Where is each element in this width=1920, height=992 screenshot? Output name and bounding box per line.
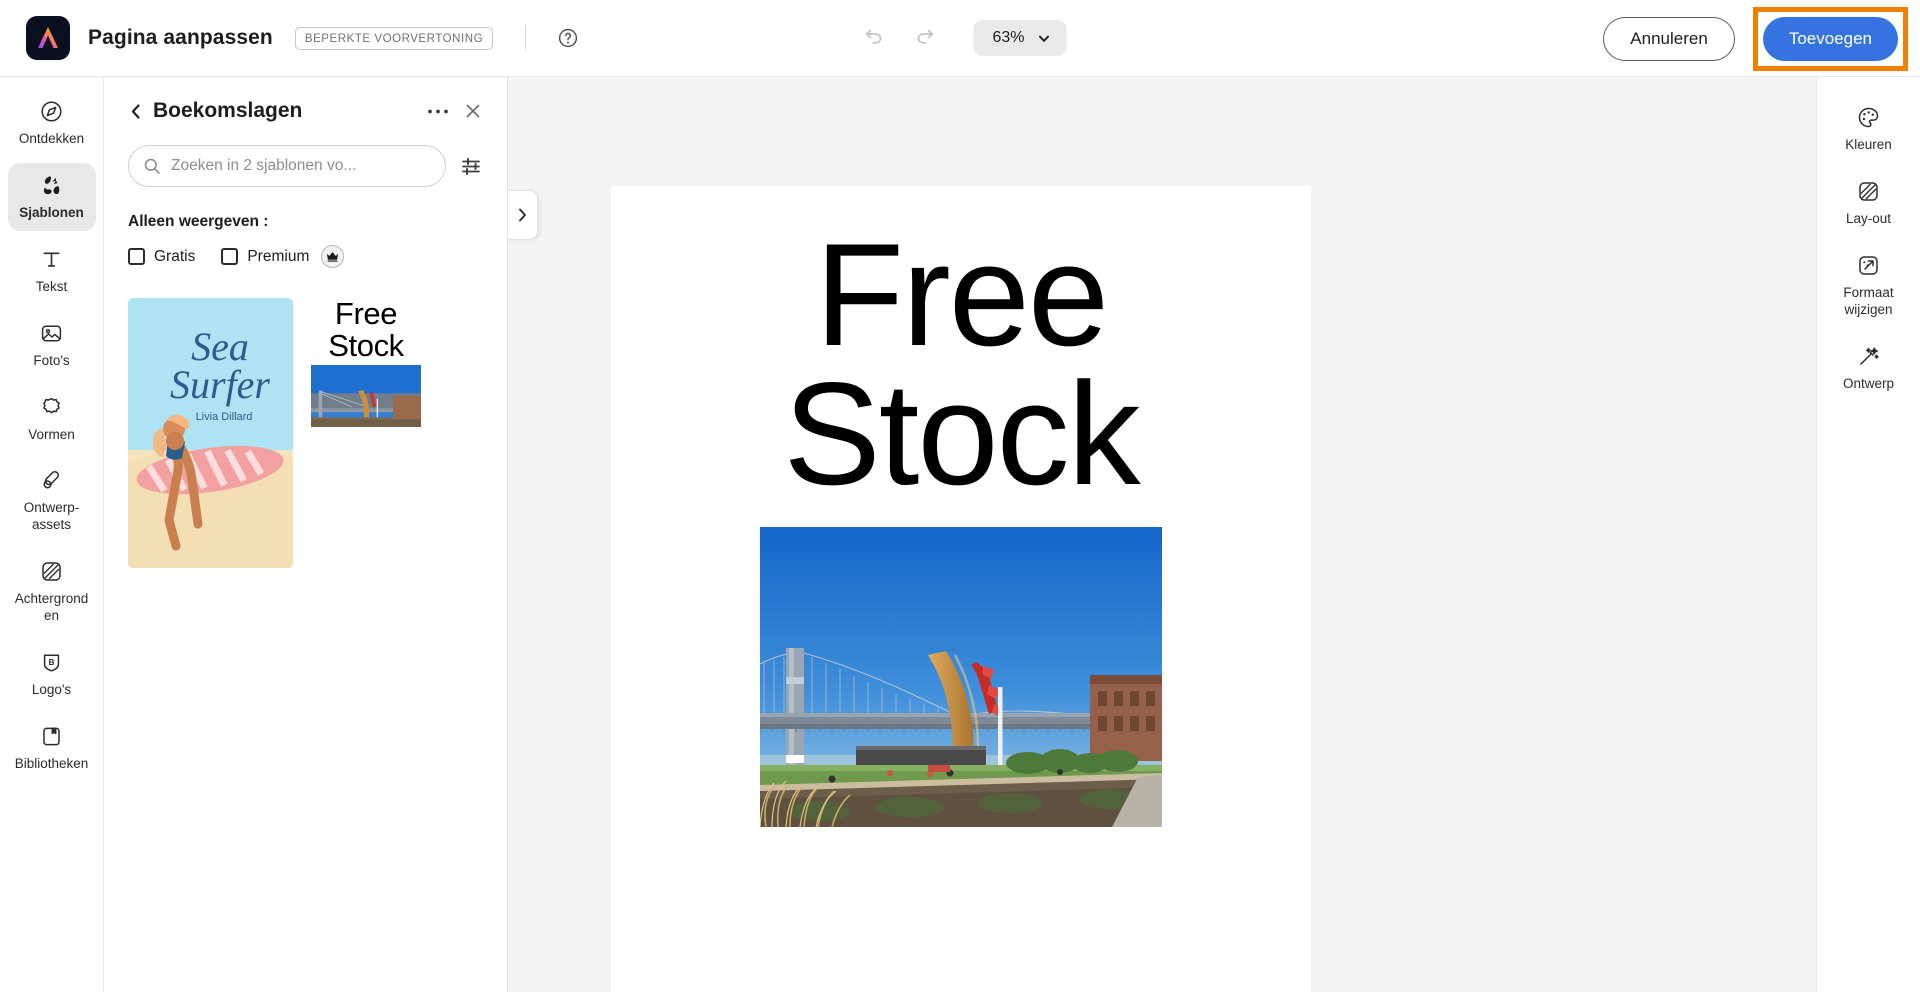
search-icon <box>143 157 161 175</box>
left-navigation-rail: Ontdekken Sjablonen Tekst Foto's Vormen … <box>0 77 104 992</box>
undo-icon[interactable] <box>853 19 891 57</box>
top-bar: Pagina aanpassen BEPERKTE VOORVERTONING <box>0 0 1920 77</box>
sidebar-item-achtergronden[interactable]: Achtergronden <box>8 549 96 634</box>
sidebar-item-label: Foto's <box>33 352 70 368</box>
checkbox-box <box>128 248 145 265</box>
design-canvas[interactable]: Free Stock <box>611 186 1311 992</box>
shapes-icon <box>39 395 64 420</box>
sidebar-item-label: Lay-out <box>1845 210 1892 226</box>
magic-wand-icon <box>1856 344 1881 369</box>
checkbox-label: Premium <box>247 247 310 265</box>
sidebar-item-label: Vormen <box>28 426 75 442</box>
canvas-text-element[interactable]: Free Stock <box>611 186 1311 515</box>
close-icon[interactable] <box>463 101 483 121</box>
canvas-image-element[interactable] <box>760 527 1162 828</box>
sliders-filter-icon[interactable] <box>460 155 483 178</box>
brand-logo-icon: B <box>39 650 64 675</box>
template-title-line2: Surfer <box>170 362 270 407</box>
brand-block: Pagina aanpassen BEPERKTE VOORVERTONING <box>0 16 582 60</box>
search-row <box>128 145 483 187</box>
sidebar-item-logos[interactable]: B Logo's <box>8 640 96 708</box>
adobe-express-logo-icon[interactable] <box>26 16 70 60</box>
help-circle-icon[interactable] <box>554 24 582 52</box>
sidebar-item-label: Tekst <box>35 278 68 294</box>
cancel-button[interactable]: Annuleren <box>1603 16 1735 61</box>
sidebar-item-ontdekken[interactable]: Ontdekken <box>8 89 96 157</box>
sidebar-item-label: Ontdekken <box>18 131 85 146</box>
templates-panel: Boekomslagen Alleen <box>104 77 508 992</box>
sidebar-item-label: Kleuren <box>1845 137 1892 152</box>
sidebar-item-tekst[interactable]: Tekst <box>8 237 96 305</box>
chevron-right-icon <box>517 207 528 223</box>
template-title-line1: Free <box>334 296 398 331</box>
color-palette-icon <box>1856 105 1881 130</box>
libraries-icon <box>39 724 64 749</box>
add-button-focus-ring: Toevoegen <box>1752 6 1908 71</box>
zoom-level-dropdown[interactable]: 63% <box>973 20 1067 56</box>
sidebar-item-fotos[interactable]: Foto's <box>8 311 96 379</box>
templates-icon <box>39 173 64 198</box>
panel-title: Boekomslagen <box>153 99 303 122</box>
template-card-sea-surfer[interactable]: Sea Surfer Livia Dillard <box>128 298 293 568</box>
redo-icon[interactable] <box>907 19 945 57</box>
search-field[interactable] <box>128 145 446 187</box>
search-input[interactable] <box>171 157 431 175</box>
template-title-line2: Stock <box>328 327 404 363</box>
filter-checkbox-premium[interactable]: Premium <box>221 248 309 266</box>
more-horizontal-icon[interactable] <box>427 108 449 115</box>
template-results-grid: Sea Surfer Livia Dillard Free Stock <box>128 298 483 568</box>
sidebar-item-bibliotheken[interactable]: Bibliotheken <box>8 714 96 782</box>
sidebar-item-ontwerp[interactable]: Ontwerp <box>1825 334 1913 402</box>
text-icon <box>39 247 64 272</box>
chevron-down-icon <box>1037 31 1052 46</box>
template-card-free-stock[interactable]: Free Stock <box>311 296 421 428</box>
preview-badge: BEPERKTE VOORVERTONING <box>294 26 494 50</box>
panel-collapse-toggle[interactable] <box>508 190 538 240</box>
filter-checkbox-gratis[interactable]: Gratis <box>128 248 195 266</box>
filter-section-title: Alleen weergeven : <box>128 213 269 230</box>
sidebar-item-layout[interactable]: Lay-out <box>1825 169 1913 237</box>
canvas-title-line1: Free <box>814 213 1109 376</box>
add-button[interactable]: Toevoegen <box>1762 16 1898 61</box>
sidebar-item-label: Bibliotheken <box>14 755 89 771</box>
design-assets-icon <box>39 468 64 493</box>
checkbox-box <box>221 248 239 265</box>
sidebar-item-label: Logo's <box>31 681 72 697</box>
template-author: Livia Dillard <box>196 411 253 423</box>
canvas-workspace: Free Stock <box>508 77 1816 992</box>
compass-icon <box>39 99 64 124</box>
canvas-title-line2: Stock <box>783 351 1140 515</box>
sidebar-item-label: Ontwerp-assets <box>23 500 80 533</box>
top-bar-actions: Annuleren Toevoegen <box>1603 0 1920 77</box>
panel-header: Boekomslagen <box>128 99 483 123</box>
crown-icon <box>321 245 345 268</box>
zoom-level-value: 63% <box>992 29 1025 46</box>
canvas-tools: 63% <box>853 19 1067 57</box>
backgrounds-icon <box>39 559 64 584</box>
page-title: Pagina aanpassen <box>88 26 273 49</box>
sidebar-item-kleuren[interactable]: Kleuren <box>1825 95 1913 163</box>
layout-icon <box>1856 179 1881 204</box>
svg-text:B: B <box>49 658 55 667</box>
checkbox-label: Gratis <box>154 247 196 265</box>
template-thumbnail-photo <box>311 365 421 428</box>
divider <box>525 25 527 51</box>
right-properties-rail: Kleuren Lay-out Formaat wijzigen Ontwerp <box>1816 77 1920 992</box>
resize-icon <box>1856 253 1881 278</box>
photo-icon <box>39 321 64 346</box>
sidebar-item-vormen[interactable]: Vormen <box>8 385 96 453</box>
sidebar-item-formaat-wijzigen[interactable]: Formaat wijzigen <box>1825 243 1913 328</box>
sidebar-item-label: Ontwerp <box>1842 375 1895 391</box>
sidebar-item-label: Sjablonen <box>19 204 84 220</box>
sidebar-item-sjablonen[interactable]: Sjablonen <box>7 162 96 231</box>
filter-row: Gratis Premium <box>128 245 483 268</box>
sidebar-item-label: Achtergronden <box>14 591 89 623</box>
chevron-left-icon[interactable] <box>128 102 143 121</box>
sidebar-item-label: Formaat wijzigen <box>1843 284 1894 317</box>
sidebar-item-ontwerp-assets[interactable]: Ontwerp-assets <box>8 458 96 543</box>
